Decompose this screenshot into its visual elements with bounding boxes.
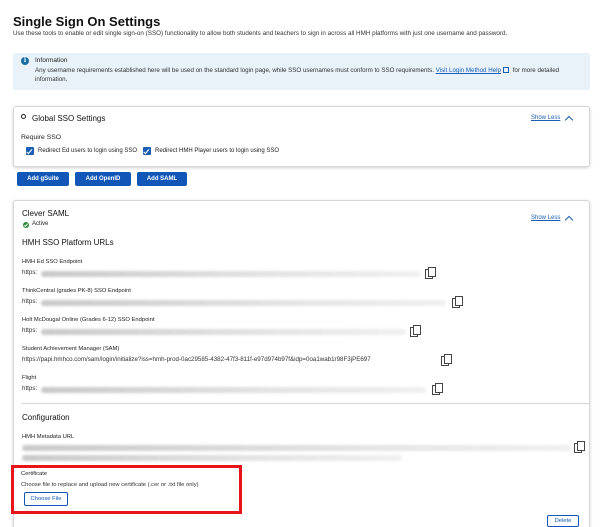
choose-file-button[interactable]: Choose File xyxy=(24,492,68,506)
sam-url-value: https://papi.hmhco.com/sam/login/initial… xyxy=(22,356,371,363)
redacted-url xyxy=(41,387,426,393)
copy-icon[interactable] xyxy=(574,441,585,453)
flight-label: Flight xyxy=(22,375,37,381)
login-method-help-link[interactable]: Visit Login Method Help xyxy=(436,67,501,74)
holt-endpoint-value: https: xyxy=(22,327,38,334)
redacted-url xyxy=(41,271,421,277)
information-text: Any username requirements established he… xyxy=(35,66,580,84)
information-body: Any username requirements established he… xyxy=(35,67,434,74)
redirect-player-label: Redirect HMH Player users to login using… xyxy=(155,148,280,154)
page-title: Single Sign On Settings xyxy=(13,14,161,29)
copy-icon[interactable] xyxy=(410,325,421,337)
holt-endpoint-label: Holt McDougal Online (Grades 6-12) SSO E… xyxy=(22,317,155,323)
global-sso-title: Global SSO Settings xyxy=(32,114,106,123)
copy-icon[interactable] xyxy=(425,267,436,279)
certificate-label: Certificate xyxy=(21,471,48,477)
require-sso-label: Require SSO xyxy=(21,134,62,141)
page-description: Use these tools to enable or edit single… xyxy=(13,30,508,37)
redacted-url xyxy=(22,455,402,461)
ed-endpoint-label: HMH Ed SSO Endpoint xyxy=(22,259,83,265)
settings-dot-icon xyxy=(21,114,26,119)
external-link-icon xyxy=(502,67,509,73)
redacted-url xyxy=(22,445,572,451)
ed-endpoint-value: https: xyxy=(22,269,38,276)
delete-button[interactable]: Delete xyxy=(547,515,579,527)
info-icon: i xyxy=(21,57,29,65)
thinkcentral-endpoint-value: https: xyxy=(22,298,38,305)
redacted-url xyxy=(41,329,406,335)
certificate-description: Choose file to replace and upload new ce… xyxy=(21,482,199,488)
redacted-url xyxy=(41,300,446,306)
global-sso-settings-card: Global SSO Settings Show Less Require SS… xyxy=(13,106,590,167)
redirect-ed-checkbox[interactable] xyxy=(26,147,34,155)
chevron-up-icon[interactable] xyxy=(564,115,574,125)
copy-icon[interactable] xyxy=(452,296,463,308)
clever-show-less-link[interactable]: Show Less xyxy=(531,215,560,221)
information-title: Information xyxy=(35,57,68,64)
metadata-url-label: HMH Metadata URL xyxy=(22,434,75,440)
configuration-heading: Configuration xyxy=(22,413,70,422)
thinkcentral-endpoint-label: ThinkCentral (grades PK-8) SSO Endpoint xyxy=(22,288,131,294)
information-banner: i Information Any username requirements … xyxy=(13,53,590,90)
redirect-player-checkbox[interactable] xyxy=(143,147,151,155)
copy-icon[interactable] xyxy=(441,354,452,366)
platform-urls-heading: HMH SSO Platform URLs xyxy=(22,238,114,247)
copy-icon[interactable] xyxy=(432,383,443,395)
redirect-ed-label: Redirect Ed users to login using SSO xyxy=(38,148,138,154)
add-gsuite-button[interactable]: Add gSuite xyxy=(17,172,69,186)
clever-saml-title: Clever SAML xyxy=(22,209,70,218)
sam-label: Student Achievement Manager (SAM) xyxy=(22,346,120,352)
global-show-less-link[interactable]: Show Less xyxy=(531,115,560,121)
chevron-up-icon[interactable] xyxy=(564,215,574,225)
add-openid-button[interactable]: Add OpenID xyxy=(75,172,131,186)
flight-value: https: xyxy=(22,385,38,392)
active-check-icon xyxy=(23,222,29,228)
add-saml-button[interactable]: Add SAML xyxy=(137,172,187,186)
section-divider xyxy=(22,403,589,404)
active-status: Active xyxy=(32,221,49,227)
